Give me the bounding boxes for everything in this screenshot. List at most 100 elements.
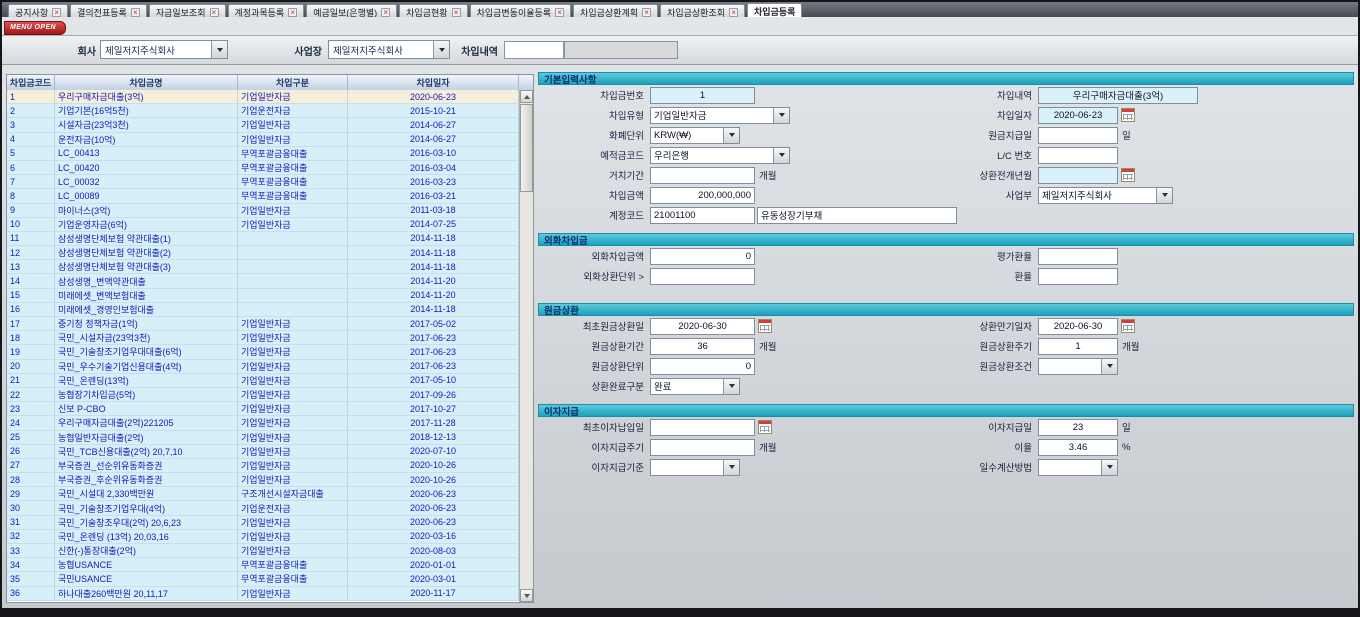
table-row[interactable]: 1우리구매자금대출(3억)기업일반자금2020-06-23 [7,90,519,104]
tab-close-icon[interactable] [288,8,297,17]
principal-pay-day-field[interactable] [1038,127,1118,144]
loan-name-cell: LC_00420 [55,161,238,174]
table-row[interactable]: 29국민_시설대 2,330백만원구조개선시설자금대출2020-06-23 [7,487,519,501]
table-row[interactable]: 5LC_00413무역포괄금융대출2016-03-10 [7,147,519,161]
exchange-rate-field[interactable] [1038,268,1118,285]
table-row[interactable]: 27부국증권_선순위유동화증권기업일반자금2020-10-26 [7,459,519,473]
table-row[interactable]: 33신한(-)통장대출(2억)기업일반자금2020-08-03 [7,544,519,558]
table-row[interactable]: 8LC_00089무역포괄금융대출2016-03-21 [7,189,519,203]
table-row[interactable]: 4운전자금(10억)기업일반자금2014-06-27 [7,133,519,147]
interest-rate-field[interactable]: 3.46 [1038,439,1118,456]
deposit-code-select[interactable]: 우리은행 [650,147,790,164]
table-row[interactable]: 9마이너스(3억)기업일반자금2011-03-18 [7,204,519,218]
calendar-icon[interactable] [1121,319,1135,333]
repay-condition-select[interactable] [1038,358,1118,375]
table-row[interactable]: 11삼성생명단체보험 약관대출(1)2014-11-18 [7,232,519,246]
table-row[interactable]: 35국민USANCE무역포괄금융대출2020-03-01 [7,572,519,586]
loan-date-cell: 2014-11-18 [348,246,519,259]
tab-close-icon[interactable] [52,8,61,17]
loan-code-cell: 23 [7,402,55,415]
tab-close-icon[interactable] [452,8,461,17]
tab-close-icon[interactable] [210,8,219,17]
repay-cycle-field[interactable]: 1 [1038,338,1118,355]
scroll-down-icon[interactable] [520,589,533,602]
calendar-icon[interactable] [758,420,772,434]
interest-cycle-field[interactable] [650,439,755,456]
table-row[interactable]: 6LC_00420무역포괄금융대출2016-03-04 [7,161,519,175]
eval-rate-field[interactable] [1038,248,1118,265]
maturity-date-field[interactable]: 2020-06-30 [1038,318,1118,335]
repay-period-field[interactable]: 36 [650,338,755,355]
loan-type-select[interactable]: 기업일반자금 [650,107,790,124]
table-row[interactable]: 10기업운영자금(6억)기업일반자금2014-07-25 [7,218,519,232]
table-row[interactable]: 22농협장기차입금(5억)기업일반자금2017-09-26 [7,388,519,402]
table-row[interactable]: 7LC_00032무역포괄금융대출2016-03-23 [7,175,519,189]
loan-code-cell: 18 [7,331,55,344]
table-row[interactable]: 3시설자금(23억3천)기업일반자금2014-06-27 [7,118,519,132]
tab-close-icon[interactable] [729,8,738,17]
table-row[interactable]: 30국민_기술창조기업우대(4억)기업운전자금2020-06-23 [7,501,519,515]
fx-amount-field[interactable]: 0 [650,248,755,265]
column-header[interactable]: 차입금코드 [7,75,55,90]
interest-base-select[interactable] [650,459,740,476]
table-row[interactable]: 23신보 P-CBO기업일반자금2017-10-27 [7,402,519,416]
table-row[interactable]: 25농협일반자금대출(2억)기업일반자금2018-12-13 [7,431,519,445]
table-row[interactable]: 2기업기본(16억5천)기업운전자금2015-10-21 [7,104,519,118]
tab-close-icon[interactable] [381,8,390,17]
column-header[interactable]: 차입일자 [348,75,519,90]
table-row[interactable]: 18국민_시설자금(23억3천)기업일반자금2017-06-23 [7,331,519,345]
rollover-ym-field[interactable] [1038,167,1118,184]
column-header[interactable]: 차입구분 [238,75,348,90]
table-row[interactable]: 31국민_기술창조우대(2억) 20,6,23기업일반자금2020-06-23 [7,516,519,530]
loan-detail-field[interactable]: 우리구매자금대출(3억) [1038,87,1198,104]
tab-close-icon[interactable] [642,8,651,17]
table-row[interactable]: 20국민_우수기술기업신용대출(4억)기업일반자금2017-06-23 [7,360,519,374]
table-row[interactable]: 12삼성생명단체보험 약관대출(2)2014-11-18 [7,246,519,260]
table-row[interactable]: 19국민_기술창조기업우대대출(6억)기업일반자금2017-06-23 [7,345,519,359]
table-row[interactable]: 26국민_TCB신용대출(2억) 20,7,10기업일반자금2020-07-10 [7,445,519,459]
grace-period-field[interactable] [650,167,755,184]
table-row[interactable]: 15미래에셋_변액보험대출2014-11-20 [7,289,519,303]
calendar-icon[interactable] [1121,168,1135,182]
loan-type-cell [238,289,348,302]
tab-close-icon[interactable] [555,8,564,17]
lc-number-field[interactable] [1038,147,1118,164]
repay-unit-field[interactable]: 0 [650,358,755,375]
table-row[interactable]: 36하나대출260백만원 20,11,17기업일반자금2020-11-17 [7,587,519,601]
table-row[interactable]: 13삼성생명단체보험 약관대출(3)2014-11-18 [7,260,519,274]
calendar-icon[interactable] [758,319,772,333]
table-row[interactable]: 17중기청 정책자금(1억)기업일반자금2017-05-02 [7,317,519,331]
loan-no-field[interactable]: 1 [650,87,755,104]
table-row[interactable]: 34농협USANCE무역포괄금융대출2020-01-01 [7,558,519,572]
table-row[interactable]: 32국민_온렌딩 (13억) 20,03,16기업일반자금2020-03-16 [7,530,519,544]
table-row[interactable]: 14삼성생명_변액약관대출2014-11-20 [7,274,519,288]
interest-pay-day-field[interactable]: 23 [1038,419,1118,436]
table-row[interactable]: 24우리구매자금대출(2억)221205기업일반자금2017-11-28 [7,416,519,430]
table-row[interactable]: 16미래에셋_경영인보험대출2014-11-18 [7,303,519,317]
division-select[interactable]: 제일저지주식회사 [1038,187,1173,204]
menu-open-button[interactable]: MENU OPEN [4,21,66,35]
first-principal-repay-date-field[interactable]: 2020-06-30 [650,318,755,335]
scrollbar-thumb[interactable] [520,104,533,192]
fx-repay-unit-field[interactable] [650,268,755,285]
table-row[interactable]: 21국민_온렌딩(13억)기업일반자금2017-05-10 [7,374,519,388]
column-header[interactable]: 차입금명 [55,75,238,90]
repay-complete-select[interactable]: 완료 [650,378,740,395]
loan-code-cell: 35 [7,572,55,585]
company-select[interactable]: 제일저지주식회사 [100,40,228,59]
table-row[interactable]: 28부국증권_후순위유동화증권기업일반자금2020-10-26 [7,473,519,487]
loan-date-field[interactable]: 2020-06-23 [1038,107,1118,124]
day-count-method-select[interactable] [1038,459,1118,476]
tab-close-icon[interactable] [131,8,140,17]
chevron-down-icon [1101,460,1117,475]
first-interest-date-field[interactable] [650,419,755,436]
scroll-up-icon[interactable] [520,90,533,103]
table-scrollbar[interactable] [519,90,533,602]
site-select[interactable]: 제일저지주식회사 [328,40,450,59]
account-code-field[interactable]: 21001100 [650,207,755,224]
currency-select[interactable]: KRW(₩) [650,127,740,144]
loan-detail-filter-input[interactable] [504,41,564,59]
calendar-icon[interactable] [1121,108,1135,122]
loan-amount-field[interactable]: 200,000,000 [650,187,755,204]
loan-name-cell: 기업기본(16억5천) [55,104,238,117]
